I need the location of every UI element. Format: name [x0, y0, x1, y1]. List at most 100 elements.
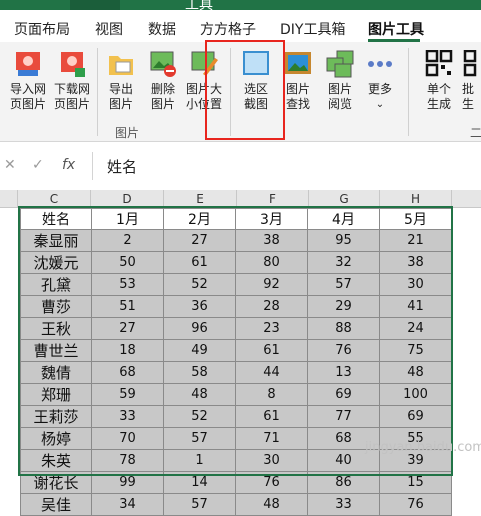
value-cell[interactable]: 76: [379, 493, 452, 516]
value-cell[interactable]: 57: [163, 493, 236, 516]
value-cell[interactable]: 21: [379, 229, 452, 252]
name-cell[interactable]: 曹世兰: [20, 339, 92, 362]
tab-data[interactable]: 数据: [148, 19, 176, 39]
tab-diy-toolbox[interactable]: DIY工具箱: [280, 19, 345, 39]
value-cell[interactable]: 30: [379, 273, 452, 296]
value-cell[interactable]: 33: [307, 493, 380, 516]
tab-fangfang[interactable]: 方方格子: [200, 19, 256, 39]
value-cell[interactable]: 96: [163, 317, 236, 340]
value-cell[interactable]: 100: [379, 383, 452, 406]
name-cell[interactable]: 杨婷: [20, 427, 92, 450]
value-cell[interactable]: 57: [307, 273, 380, 296]
value-cell[interactable]: 68: [91, 361, 164, 384]
value-cell[interactable]: 34: [91, 493, 164, 516]
value-cell[interactable]: 52: [163, 405, 236, 428]
value-cell[interactable]: 13: [307, 361, 380, 384]
column-header-prev[interactable]: [0, 190, 18, 208]
column-header-h[interactable]: H: [380, 190, 452, 208]
value-cell[interactable]: 41: [379, 295, 452, 318]
function-icon[interactable]: fx: [62, 157, 75, 173]
name-cell[interactable]: 沈媛元: [20, 251, 92, 274]
value-cell[interactable]: 75: [379, 339, 452, 362]
value-cell[interactable]: 99: [91, 471, 164, 494]
value-cell[interactable]: 76: [307, 339, 380, 362]
value-cell[interactable]: 8: [235, 383, 308, 406]
column-header-next[interactable]: [452, 190, 481, 208]
value-cell[interactable]: 69: [379, 405, 452, 428]
value-cell[interactable]: 29: [307, 295, 380, 318]
name-cell[interactable]: 王秋: [20, 317, 92, 340]
cancel-icon[interactable]: ✕: [4, 157, 16, 173]
column-header-e[interactable]: E: [164, 190, 237, 208]
value-cell[interactable]: 48: [235, 493, 308, 516]
value-cell[interactable]: 44: [235, 361, 308, 384]
value-cell[interactable]: 58: [163, 361, 236, 384]
single-generate-button[interactable]: 单个 生成: [417, 49, 461, 112]
name-cell[interactable]: 秦显丽: [20, 229, 92, 252]
value-cell[interactable]: 38: [235, 229, 308, 252]
name-cell[interactable]: 吴佳: [20, 493, 92, 516]
header-cell[interactable]: 1月: [91, 208, 164, 230]
name-cell[interactable]: 魏倩: [20, 361, 92, 384]
value-cell[interactable]: 32: [307, 251, 380, 274]
header-cell[interactable]: 2月: [163, 208, 236, 230]
value-cell[interactable]: 23: [235, 317, 308, 340]
value-cell[interactable]: 71: [235, 427, 308, 450]
value-cell[interactable]: 80: [235, 251, 308, 274]
value-cell[interactable]: 14: [163, 471, 236, 494]
column-header-g[interactable]: G: [309, 190, 380, 208]
confirm-icon[interactable]: ✓: [32, 157, 44, 173]
value-cell[interactable]: 30: [235, 449, 308, 472]
value-cell[interactable]: 51: [91, 295, 164, 318]
name-cell[interactable]: 郑珊: [20, 383, 92, 406]
value-cell[interactable]: 95: [307, 229, 380, 252]
value-cell[interactable]: 15: [379, 471, 452, 494]
name-cell[interactable]: 王莉莎: [20, 405, 92, 428]
value-cell[interactable]: 52: [163, 273, 236, 296]
value-cell[interactable]: 24: [379, 317, 452, 340]
header-cell[interactable]: 5月: [379, 208, 452, 230]
value-cell[interactable]: 38: [379, 251, 452, 274]
column-header-f[interactable]: F: [237, 190, 309, 208]
value-cell[interactable]: 88: [307, 317, 380, 340]
value-cell[interactable]: 61: [235, 405, 308, 428]
header-cell[interactable]: 3月: [235, 208, 308, 230]
value-cell[interactable]: 77: [307, 405, 380, 428]
column-header-d[interactable]: D: [91, 190, 164, 208]
value-cell[interactable]: 48: [163, 383, 236, 406]
value-cell[interactable]: 48: [379, 361, 452, 384]
value-cell[interactable]: 1: [163, 449, 236, 472]
value-cell[interactable]: 53: [91, 273, 164, 296]
value-cell[interactable]: 50: [91, 251, 164, 274]
tab-view[interactable]: 视图: [95, 19, 123, 39]
download-web-images-button[interactable]: 下载网 页图片: [50, 50, 94, 112]
value-cell[interactable]: 59: [91, 383, 164, 406]
value-cell[interactable]: 57: [163, 427, 236, 450]
batch-generate-button[interactable]: 批 生: [462, 50, 481, 112]
header-cell[interactable]: 4月: [307, 208, 380, 230]
value-cell[interactable]: 76: [235, 471, 308, 494]
tab-picture-tools[interactable]: 图片工具: [368, 19, 424, 39]
name-cell[interactable]: 朱英: [20, 449, 92, 472]
value-cell[interactable]: 27: [91, 317, 164, 340]
value-cell[interactable]: 27: [163, 229, 236, 252]
import-web-images-button[interactable]: 导入网 页图片: [6, 50, 50, 112]
value-cell[interactable]: 2: [91, 229, 164, 252]
value-cell[interactable]: 61: [163, 251, 236, 274]
value-cell[interactable]: 78: [91, 449, 164, 472]
value-cell[interactable]: 18: [91, 339, 164, 362]
value-cell[interactable]: 28: [235, 295, 308, 318]
name-cell[interactable]: 谢花长: [20, 471, 92, 494]
more-button[interactable]: 更多 ⌄: [358, 50, 402, 112]
value-cell[interactable]: 33: [91, 405, 164, 428]
value-cell[interactable]: 86: [307, 471, 380, 494]
formula-input[interactable]: 姓名: [92, 152, 481, 180]
value-cell[interactable]: 70: [91, 427, 164, 450]
export-images-button[interactable]: 导出 图片: [99, 50, 143, 112]
image-preview-button[interactable]: 图片 阅览: [318, 50, 362, 112]
value-cell[interactable]: 49: [163, 339, 236, 362]
value-cell[interactable]: 61: [235, 339, 308, 362]
name-cell[interactable]: 曹莎: [20, 295, 92, 318]
delete-images-button[interactable]: 删除 图片: [141, 50, 185, 112]
header-cell[interactable]: 姓名: [20, 208, 92, 230]
